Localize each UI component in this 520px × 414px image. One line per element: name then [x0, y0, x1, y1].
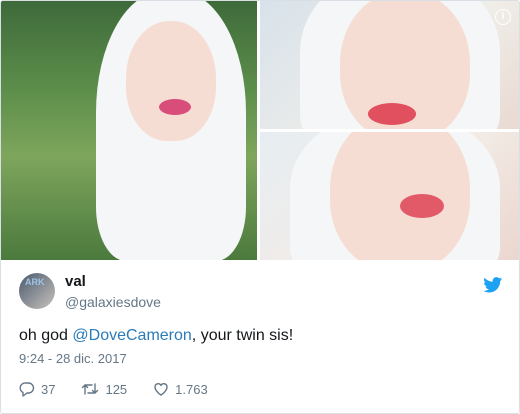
tweet-text-after: , your twin sis! [191, 327, 294, 344]
info-icon[interactable]: i [495, 9, 511, 25]
retweet-button[interactable]: 125 [81, 381, 127, 397]
reply-button[interactable]: 37 [19, 381, 55, 397]
user-name[interactable]: val [65, 273, 86, 290]
heart-icon [154, 383, 168, 396]
reply-icon [19, 382, 35, 397]
tweet-text: oh god @DoveCameron, your twin sis! [19, 327, 293, 345]
user-handle[interactable]: @galaxiesdove [65, 294, 161, 310]
photo-2[interactable]: i [260, 1, 519, 129]
photo-3-face [330, 132, 470, 260]
mention-link[interactable]: @DoveCameron [72, 327, 191, 344]
tweet-actions: 37 125 1.763 [19, 379, 234, 399]
tweet-text-before: oh god [19, 327, 73, 344]
photo-2-lips [368, 103, 416, 125]
photo-3-lips [400, 194, 444, 218]
avatar[interactable]: ARK [19, 273, 55, 309]
avatar-text: ARK [25, 277, 45, 287]
retweet-icon [82, 383, 99, 395]
tweet-media: i [1, 1, 519, 260]
like-button[interactable]: 1.763 [153, 381, 208, 397]
photo-1[interactable] [1, 1, 257, 260]
twitter-bird-icon[interactable] [483, 277, 503, 293]
photo-3[interactable] [260, 132, 519, 260]
retweet-count: 125 [105, 381, 128, 397]
tweet-header: ARK val @galaxiesdove [19, 273, 503, 313]
tweet-card: i ARK val @galaxiesdove oh god @DoveCame… [0, 0, 520, 414]
reply-count: 37 [41, 381, 56, 397]
photo-1-lips [159, 99, 191, 115]
tweet-timestamp[interactable]: 9:24 - 28 dic. 2017 [19, 351, 127, 366]
like-count: 1.763 [175, 381, 208, 397]
photo-1-face [126, 21, 216, 141]
